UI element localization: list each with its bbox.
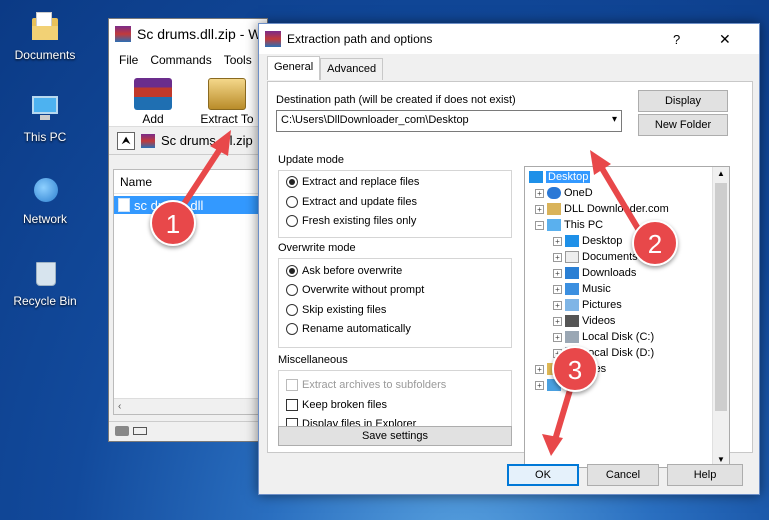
- step-badge-3: 3: [552, 346, 598, 392]
- tab-general[interactable]: General: [267, 56, 321, 80]
- arrowhead-3: [542, 434, 563, 456]
- arrow-1: [177, 143, 225, 213]
- arrow-2: [597, 162, 643, 235]
- arrow-3: [552, 387, 573, 443]
- step-badge-1: 1: [150, 200, 196, 246]
- step-badge-2: 2: [632, 220, 678, 266]
